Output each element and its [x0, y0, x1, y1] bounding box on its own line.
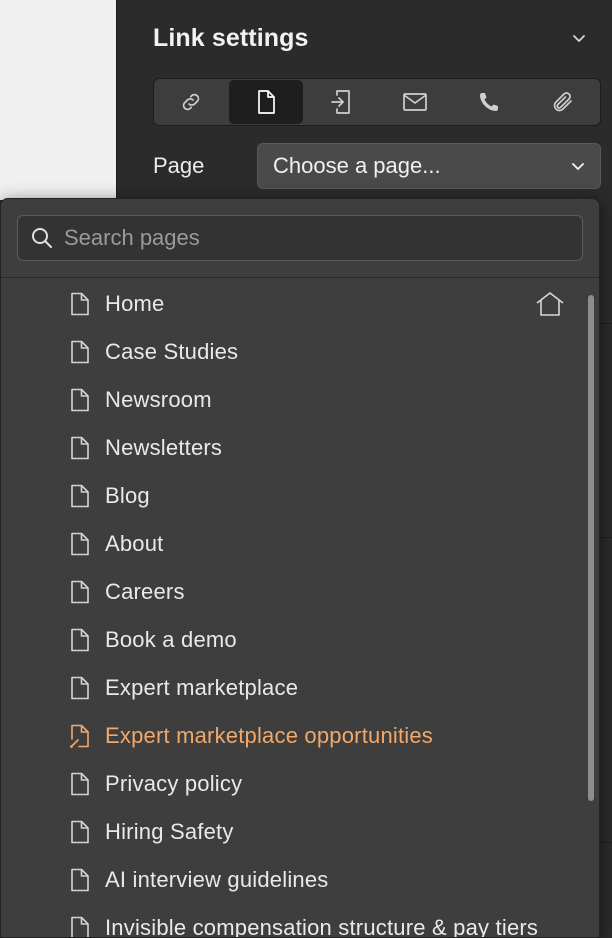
- canvas-area: [0, 0, 116, 200]
- page-list-item-label: Hiring Safety: [105, 819, 234, 844]
- link-type-attachment-button[interactable]: [526, 79, 600, 125]
- page-list-item-label: Book a demo: [105, 627, 237, 652]
- page-list-item[interactable]: Expert marketplace opportunities: [1, 712, 599, 760]
- page-list-item[interactable]: Home: [1, 280, 599, 328]
- page-icon: [69, 436, 91, 460]
- page-list-item[interactable]: Newsroom: [1, 376, 599, 424]
- page-list-item-label: Newsletters: [105, 435, 223, 460]
- page-list-item-label: AI interview guidelines: [105, 867, 329, 892]
- page-field-label: Page: [153, 153, 205, 178]
- page-list: Home Case Studies Newsroom Newsletters Blog A…: [1, 278, 599, 938]
- page-list-item[interactable]: Book a demo: [1, 616, 599, 664]
- page-list-item-label: Careers: [105, 579, 185, 604]
- page-icon: [69, 820, 91, 844]
- page-list-item-label: Expert marketplace: [105, 675, 299, 700]
- page-list-item-label: Blog: [105, 483, 150, 508]
- page-list-item[interactable]: Case Studies: [1, 328, 599, 376]
- page-icon: [69, 676, 91, 700]
- page-list-item[interactable]: Privacy policy: [1, 760, 599, 808]
- page-icon: [258, 90, 275, 114]
- page-list-item[interactable]: Careers: [1, 568, 599, 616]
- page-icon: [69, 388, 91, 412]
- page-list-item[interactable]: Newsletters: [1, 424, 599, 472]
- page-list-item-label: Expert marketplace opportunities: [105, 723, 434, 748]
- page-list-item-label: Privacy policy: [105, 771, 243, 796]
- chevron-down-icon: [572, 163, 584, 170]
- page-row: Page Choose a page...: [153, 142, 601, 190]
- link-type-phone-button[interactable]: [452, 79, 526, 125]
- page-icon: [69, 628, 91, 652]
- page-icon: [69, 532, 91, 556]
- panel-header: Link settings: [153, 20, 593, 56]
- collapse-chevron-icon[interactable]: [565, 24, 593, 52]
- page-list-item-label: About: [105, 531, 164, 556]
- page-edit-icon: [69, 724, 91, 748]
- page-picker-dropdown: Home Case Studies Newsroom Newsletters Blog A…: [0, 198, 600, 938]
- search-box[interactable]: [17, 215, 583, 261]
- page-select-value: Choose a page...: [273, 153, 441, 178]
- page-icon: [69, 340, 91, 364]
- page-icon: [69, 580, 91, 604]
- page-list-item-label: Home: [105, 291, 165, 316]
- page-list-item[interactable]: Hiring Safety: [1, 808, 599, 856]
- page-list-item-label: Newsroom: [105, 387, 212, 412]
- search-icon: [32, 228, 52, 248]
- section-icon: [331, 90, 350, 114]
- page-list-item-label: Case Studies: [105, 339, 239, 364]
- page-list-item[interactable]: Blog: [1, 472, 599, 520]
- page-select-dropdown[interactable]: Choose a page...: [257, 143, 601, 189]
- link-icon: [182, 93, 200, 111]
- page-list-item[interactable]: Invisible compensation structure & pay t…: [1, 904, 599, 938]
- panel-title: Link settings: [153, 23, 309, 52]
- page-list-item[interactable]: About: [1, 520, 599, 568]
- home-icon: [535, 291, 565, 322]
- link-type-url-button[interactable]: [154, 79, 228, 125]
- page-icon: [69, 868, 91, 892]
- link-type-page-button[interactable]: [229, 80, 303, 124]
- email-icon: [403, 93, 427, 111]
- attachment-icon: [553, 92, 572, 112]
- link-type-segmented-control: [153, 78, 601, 126]
- link-type-section-button[interactable]: [304, 79, 378, 125]
- search-pages-input[interactable]: [62, 217, 570, 259]
- page-icon: [69, 292, 91, 316]
- search-wrapper: [1, 199, 599, 261]
- page-icon: [69, 916, 91, 937]
- page-list-item-label: Invisible compensation structure & pay t…: [105, 915, 539, 938]
- scrollbar-thumb[interactable]: [588, 295, 594, 801]
- page-icon: [69, 484, 91, 508]
- link-type-email-button[interactable]: [378, 79, 452, 125]
- page-list-item[interactable]: Expert marketplace: [1, 664, 599, 712]
- page-icon: [69, 772, 91, 796]
- phone-icon: [480, 93, 498, 111]
- page-list-item[interactable]: AI interview guidelines: [1, 856, 599, 904]
